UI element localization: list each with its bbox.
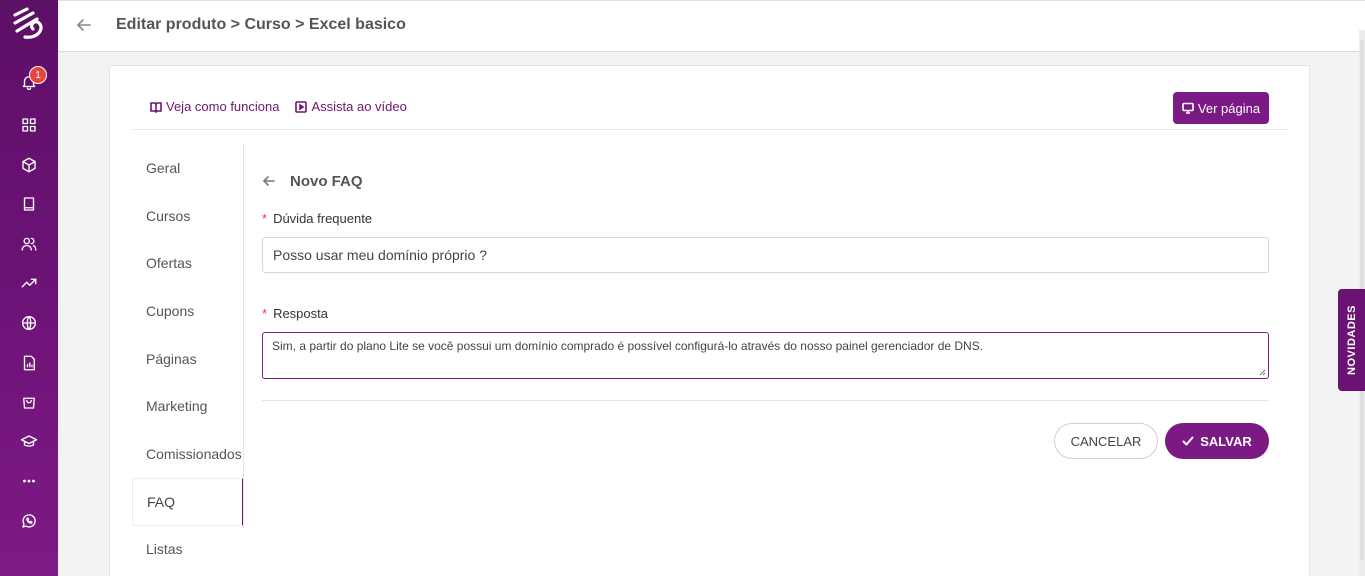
product-tabs: Geral Cursos Ofertas Cupons Páginas Mark…	[132, 144, 244, 573]
shopping-bag-icon[interactable]	[17, 390, 41, 414]
resize-handle-icon[interactable]	[1259, 369, 1266, 376]
trending-up-icon[interactable]	[17, 271, 41, 295]
check-icon	[1182, 436, 1194, 446]
left-sidebar: 1	[0, 0, 58, 576]
report-icon[interactable]	[17, 351, 41, 375]
whatsapp-icon[interactable]	[17, 509, 41, 533]
watch-video-label: Assista ao vídeo	[311, 99, 407, 114]
cancel-button[interactable]: CANCELAR	[1054, 423, 1158, 459]
back-arrow-icon[interactable]	[74, 15, 94, 35]
required-mark: *	[262, 306, 268, 321]
save-button[interactable]: SALVAR	[1165, 423, 1269, 459]
tab-marketing[interactable]: Marketing	[132, 382, 244, 430]
tabs-divider	[243, 144, 244, 528]
form-title: Novo FAQ	[290, 173, 363, 190]
tab-cursos[interactable]: Cursos	[132, 192, 244, 240]
answer-label-text: Resposta	[273, 306, 328, 321]
tab-faq[interactable]: FAQ	[132, 477, 244, 526]
question-label: * Dúvida frequente	[262, 211, 372, 226]
question-label-text: Dúvida frequente	[273, 211, 373, 226]
notification-badge: 1	[29, 66, 47, 84]
book-icon[interactable]	[17, 192, 41, 216]
help-links: Veja como funciona Assista ao vídeo	[150, 99, 407, 114]
breadcrumb: Editar produto > Curso > Excel basico	[116, 16, 406, 33]
monitor-icon	[1182, 102, 1194, 114]
tab-cupons[interactable]: Cupons	[132, 287, 244, 335]
tab-comissionados[interactable]: Comissionados	[132, 430, 244, 478]
how-it-works-label: Veja como funciona	[166, 99, 280, 114]
view-page-button[interactable]: Ver página	[1173, 92, 1269, 124]
more-icon[interactable]	[17, 469, 41, 493]
answer-text: Sim, a partir do plano Lite se você poss…	[272, 339, 984, 353]
how-it-works-link[interactable]: Veja como funciona	[150, 99, 279, 114]
divider	[132, 129, 1287, 130]
app-logo[interactable]	[9, 5, 49, 45]
novidades-tab[interactable]: NOVIDADES	[1338, 289, 1365, 391]
answer-label: * Resposta	[262, 306, 328, 321]
question-input[interactable]: Posso usar meu domínio próprio ?	[262, 237, 1269, 273]
users-icon[interactable]	[17, 232, 41, 256]
tab-ofertas[interactable]: Ofertas	[132, 239, 244, 287]
tab-paginas[interactable]: Páginas	[132, 335, 244, 383]
globe-icon[interactable]	[17, 311, 41, 335]
answer-textarea[interactable]: Sim, a partir do plano Lite se você poss…	[262, 332, 1269, 379]
watch-video-link[interactable]: Assista ao vídeo	[295, 99, 407, 114]
dashboard-grid-icon[interactable]	[17, 113, 41, 137]
form-back-arrow-icon[interactable]	[261, 173, 277, 189]
graduation-cap-icon[interactable]	[17, 430, 41, 454]
open-book-icon	[150, 101, 162, 113]
box-icon[interactable]	[17, 153, 41, 177]
tab-listas[interactable]: Listas	[132, 526, 244, 574]
divider	[262, 400, 1269, 401]
novidades-label: NOVIDADES	[1345, 305, 1358, 375]
required-mark: *	[262, 211, 268, 226]
tab-geral[interactable]: Geral	[132, 144, 244, 192]
save-label: SALVAR	[1200, 433, 1252, 449]
play-icon	[295, 100, 308, 113]
view-page-label: Ver página	[1197, 100, 1261, 116]
